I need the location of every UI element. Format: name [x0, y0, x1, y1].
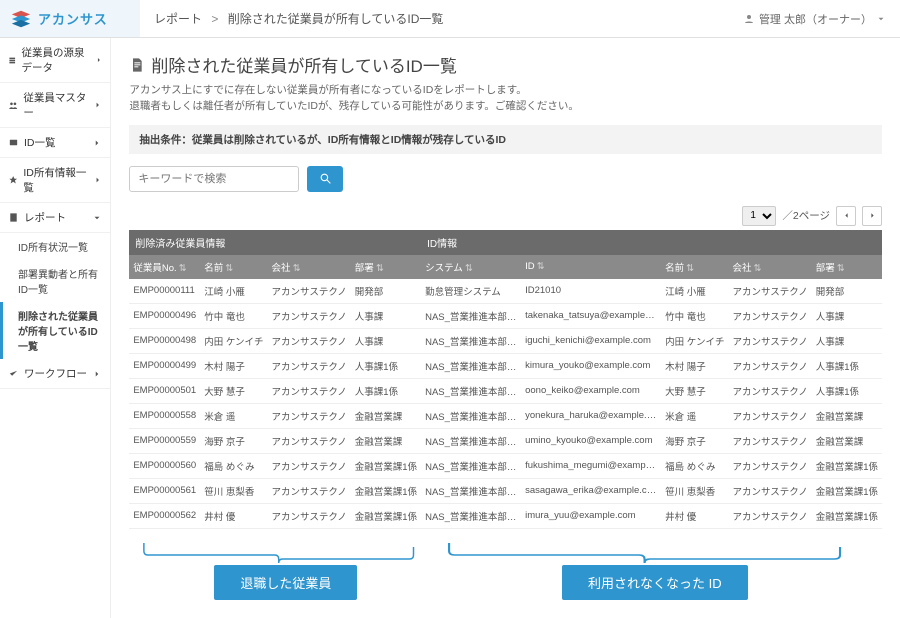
- logo-icon: [10, 8, 32, 30]
- column-header[interactable]: システム⇅: [421, 255, 521, 279]
- nav-icon: [8, 212, 19, 223]
- chevron-left-icon: [842, 211, 851, 220]
- sidebar: 従業員の源泉データ従業員マスター ID一覧 ID所有情報一覧レポート ID所有状況一…: [0, 38, 111, 618]
- annotation-left: 退職した従業員: [214, 565, 357, 600]
- sidebar-item[interactable]: レポート: [0, 203, 110, 233]
- table-row[interactable]: EMP00000559海野 京子アカンサステクノ金融営業課NAS_営業推進本部_…: [129, 428, 882, 453]
- pager: 1 ／2ページ: [129, 206, 882, 226]
- nav-icon: [8, 55, 17, 66]
- nav-icon: [8, 175, 18, 186]
- sidebar-item[interactable]: 従業員マスター: [0, 83, 110, 128]
- user-name: 管理 太郎（オーナー）: [759, 11, 872, 27]
- column-header[interactable]: 部署⇅: [812, 255, 882, 279]
- table-row[interactable]: EMP00000561笹川 恵梨香アカンサステクノ金融営業課1係NAS_営業推進…: [129, 478, 882, 503]
- annotation-right: 利用されなくなった ID: [562, 565, 748, 600]
- sidebar-sub-item[interactable]: ID所有状況一覧: [0, 233, 110, 260]
- filter-conditions: 抽出条件：従業員は削除されているが、ID所有情報とID情報が残存しているID: [129, 125, 882, 154]
- sidebar-item-workflow[interactable]: ワークフロー: [0, 359, 110, 389]
- chevron-down-icon: [876, 14, 886, 24]
- page-title: 削除された従業員が所有しているID一覧: [129, 52, 882, 77]
- table-row[interactable]: EMP00000498内田 ケンイチアカンサステクノ人事課NAS_営業推進本部_…: [129, 328, 882, 353]
- search-icon: [319, 172, 332, 185]
- chevron-icon: [93, 100, 102, 110]
- logo[interactable]: アカンサス: [0, 0, 140, 37]
- table-row[interactable]: EMP00000111江崎 小雁アカンサステクノ開発部勤怠管理システムID210…: [129, 279, 882, 304]
- column-header[interactable]: ID⇅: [521, 255, 661, 279]
- column-header[interactable]: 会社⇅: [728, 255, 811, 279]
- sidebar-item[interactable]: 従業員の源泉データ: [0, 38, 110, 83]
- column-header[interactable]: 名前⇅: [661, 255, 728, 279]
- sidebar-sub-item[interactable]: 部署異動者と所有ID一覧: [0, 260, 110, 302]
- sidebar-item-label: 従業員の源泉データ: [22, 45, 95, 75]
- check-icon: [8, 368, 19, 379]
- breadcrumb: レポート > 削除された従業員が所有しているID一覧: [140, 10, 743, 27]
- page-select[interactable]: 1: [742, 206, 776, 226]
- table-row[interactable]: EMP00000562井村 優アカンサステクノ金融営業課1係NAS_営業推進本部…: [129, 503, 882, 528]
- search-button[interactable]: [307, 166, 343, 192]
- sidebar-item-label: レポート: [24, 210, 66, 225]
- brace-icon: [139, 541, 432, 565]
- page-description: アカンサス上にすでに存在しない従業員が所有者になっているIDをレポートします。 …: [129, 83, 882, 115]
- table-row[interactable]: EMP00000558米倉 遥アカンサステクノ金融営業課NAS_営業推進本部_西…: [129, 403, 882, 428]
- group-header-employee: 削除済み従業員情報: [129, 230, 421, 255]
- column-header[interactable]: 部署⇅: [351, 255, 421, 279]
- sidebar-sub-item[interactable]: 削除された従業員が所有しているID一覧: [0, 302, 110, 359]
- chevron-right-icon: [92, 369, 102, 379]
- column-header[interactable]: 会社⇅: [268, 255, 351, 279]
- page-total: ／2ページ: [782, 208, 830, 223]
- next-page-button[interactable]: [862, 206, 882, 226]
- user-menu[interactable]: 管理 太郎（オーナー）: [743, 11, 900, 27]
- chevron-icon: [95, 55, 103, 65]
- column-header[interactable]: 従業員No.⇅: [129, 255, 200, 279]
- chevron-right-icon: [868, 211, 877, 220]
- breadcrumb-root[interactable]: レポート: [154, 12, 202, 26]
- chevron-icon: [93, 175, 102, 185]
- table-row[interactable]: EMP00000560福島 めぐみアカンサステクノ金融営業課1係NAS_営業推進…: [129, 453, 882, 478]
- nav-icon: [8, 137, 19, 148]
- sidebar-item-label: ID所有情報一覧: [23, 165, 92, 195]
- nav-icon: [8, 100, 18, 111]
- sidebar-item[interactable]: ID所有情報一覧: [0, 158, 110, 203]
- document-icon: [129, 57, 145, 73]
- breadcrumb-sep: >: [211, 12, 218, 26]
- group-header-id: ID情報: [421, 230, 882, 255]
- brand-text: アカンサス: [38, 9, 108, 28]
- sidebar-item-label: ID一覧: [24, 135, 56, 150]
- sidebar-item[interactable]: ID一覧: [0, 128, 110, 158]
- column-header[interactable]: 名前⇅: [200, 255, 267, 279]
- chevron-icon: [92, 138, 102, 148]
- chevron-icon: [92, 213, 102, 223]
- user-icon: [743, 13, 755, 25]
- prev-page-button[interactable]: [836, 206, 856, 226]
- breadcrumb-page: 削除された従業員が所有しているID一覧: [228, 12, 444, 26]
- table-row[interactable]: EMP00000499木村 陽子アカンサステクノ人事課1係NAS_営業推進本部_…: [129, 353, 882, 378]
- sidebar-item-label: ワークフロー: [24, 366, 87, 381]
- table-row[interactable]: EMP00000501大野 慧子アカンサステクノ人事課1係NAS_営業推進本部_…: [129, 378, 882, 403]
- sidebar-item-label: 従業員マスター: [23, 90, 92, 120]
- search-input[interactable]: [129, 166, 299, 192]
- data-table: 削除済み従業員情報 ID情報 従業員No.⇅名前⇅会社⇅部署⇅システム⇅ID⇅名…: [129, 230, 882, 529]
- table-row[interactable]: EMP00000496竹中 竜也アカンサステクノ人事課NAS_営業推進本部_東京…: [129, 303, 882, 328]
- brace-icon: [442, 541, 867, 565]
